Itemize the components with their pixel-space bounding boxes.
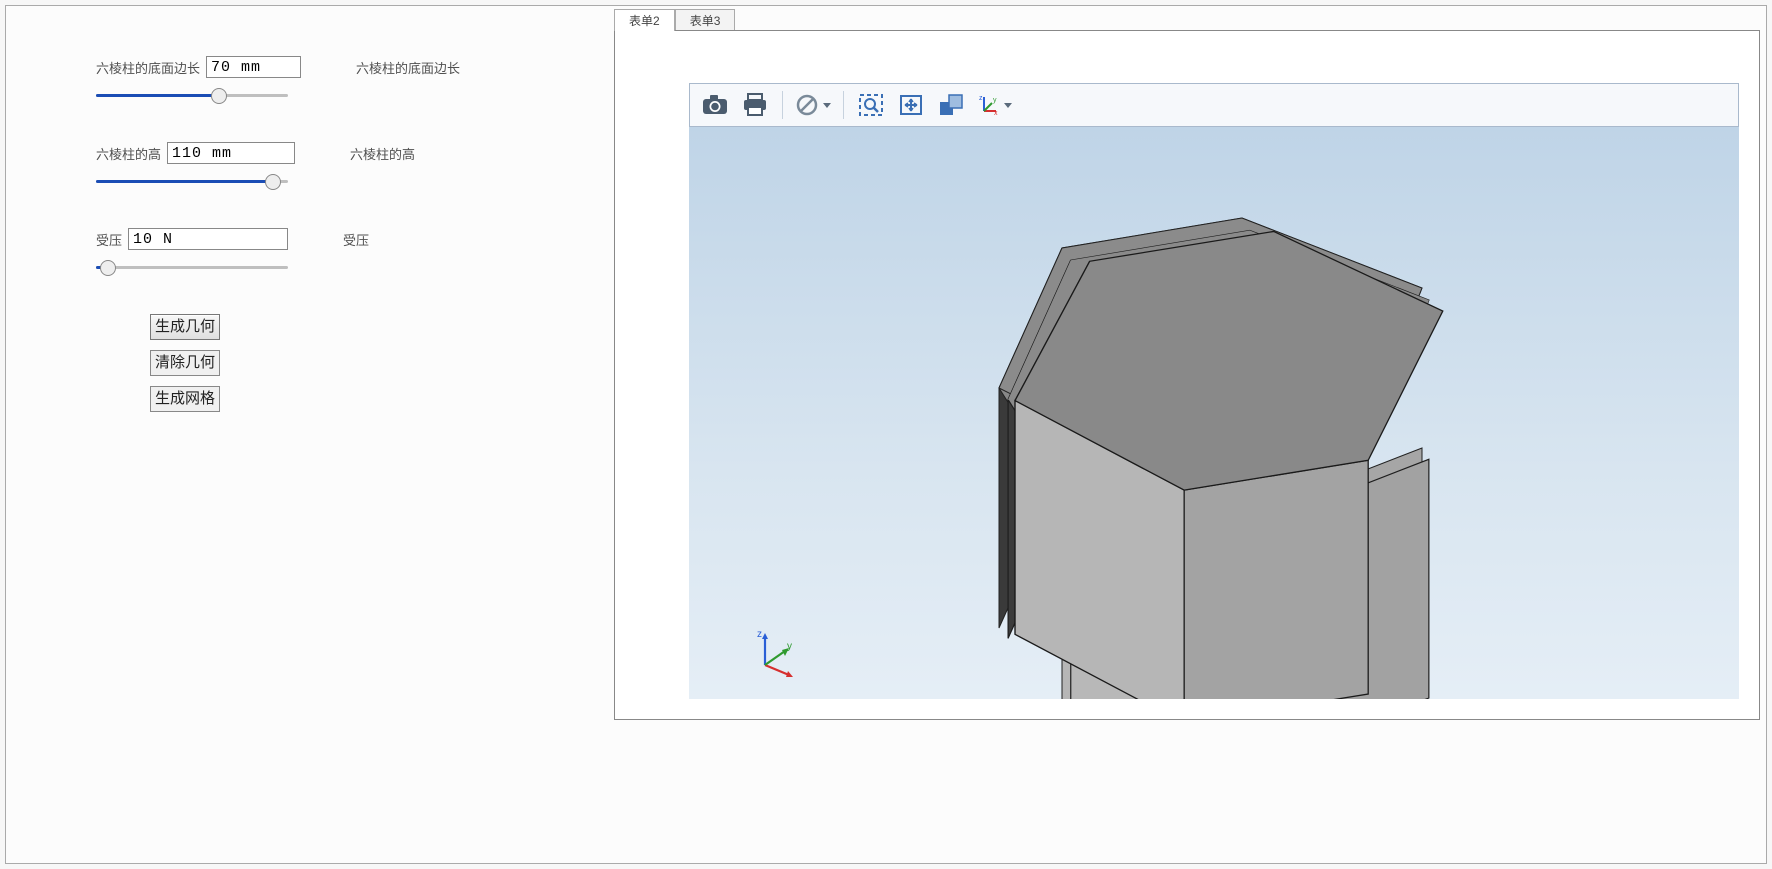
svg-text:z: z [979, 95, 983, 102]
svg-text:y: y [993, 97, 997, 104]
clear-geometry-button[interactable]: 清除几何 [150, 350, 220, 376]
edge-label: 六棱柱的底面边长 [96, 58, 200, 77]
pressure-slider-wrap [96, 258, 576, 276]
param-row-edge: 六棱柱的底面边长 六棱柱的底面边长 [96, 56, 576, 78]
chevron-down-icon [823, 103, 831, 108]
height-input[interactable] [167, 142, 295, 164]
pressure-slider[interactable] [96, 258, 288, 276]
tab-form3[interactable]: 表单3 [675, 9, 736, 31]
3d-viewport[interactable]: z y x [689, 127, 1739, 699]
generate-geometry-button[interactable]: 生成几何 [150, 314, 220, 340]
chevron-down-icon [1004, 103, 1012, 108]
height-slider-wrap [96, 172, 576, 190]
axis-triad: z y x [753, 627, 803, 677]
pressure-input[interactable] [128, 228, 288, 250]
camera-icon[interactable] [698, 90, 732, 120]
axis-y-label: y [787, 641, 792, 652]
height-label: 六棱柱的高 [96, 144, 161, 163]
slider-fill [96, 180, 273, 183]
svg-text:x: x [994, 110, 998, 117]
toolbar-separator [843, 91, 844, 119]
zoom-box-icon[interactable] [854, 90, 888, 120]
hexagonal-prism-final [689, 127, 1739, 699]
viewer-toolbar: x y z [689, 83, 1739, 127]
fit-view-icon[interactable] [894, 90, 928, 120]
height-right-label: 六棱柱的高 [350, 144, 415, 163]
app-window: 六棱柱的底面边长 六棱柱的底面边长 六棱柱的高 六棱柱的高 [5, 5, 1767, 864]
viewer-panel: 表单2 表单3 [614, 6, 1760, 863]
slider-thumb[interactable] [211, 88, 227, 104]
viewer-frame: x y z [614, 30, 1760, 720]
slider-thumb[interactable] [265, 174, 281, 190]
pressure-right-label: 受压 [343, 230, 369, 249]
param-row-height: 六棱柱的高 六棱柱的高 [96, 142, 576, 164]
edge-input[interactable] [206, 56, 301, 78]
no-entry-icon[interactable] [793, 90, 833, 120]
toolbar-separator [782, 91, 783, 119]
pressure-label: 受压 [96, 230, 122, 249]
edge-slider[interactable] [96, 86, 288, 104]
param-row-pressure: 受压 受压 [96, 228, 576, 250]
slider-fill [96, 94, 219, 97]
edge-right-label: 六棱柱的底面边长 [356, 58, 460, 77]
height-slider[interactable] [96, 172, 288, 190]
parameters-panel: 六棱柱的底面边长 六棱柱的底面边长 六棱柱的高 六棱柱的高 [6, 6, 606, 863]
axes-icon[interactable]: x y z [974, 90, 1014, 120]
slider-track [96, 266, 288, 269]
edge-slider-wrap [96, 86, 576, 104]
generate-mesh-button[interactable]: 生成网格 [150, 386, 220, 412]
tab-form2[interactable]: 表单2 [614, 9, 675, 31]
transparency-icon[interactable] [934, 90, 968, 120]
tab-bar: 表单2 表单3 [614, 6, 1760, 30]
slider-thumb[interactable] [100, 260, 116, 276]
axis-z-label: z [757, 629, 762, 640]
print-icon[interactable] [738, 90, 772, 120]
